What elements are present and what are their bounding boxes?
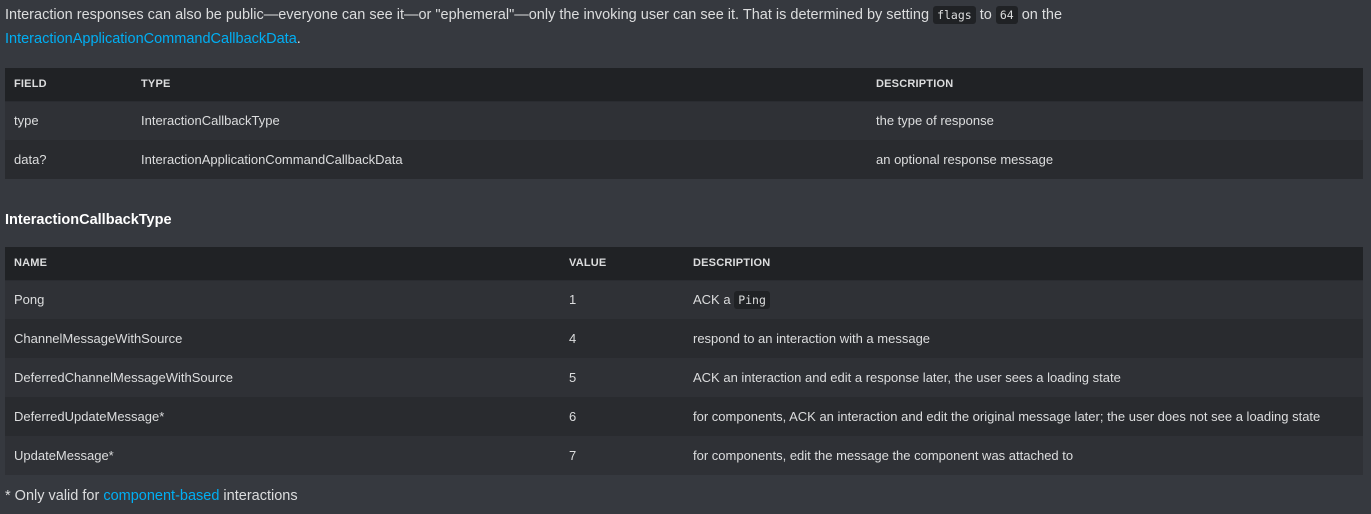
column-header-field: FIELD <box>5 68 132 102</box>
table-row: ChannelMessageWithSource 4 respond to an… <box>5 319 1363 358</box>
interaction-response-table: FIELD TYPE DESCRIPTION type InteractionC… <box>5 68 1363 179</box>
cell-description: the type of response <box>876 113 994 129</box>
cell-name: Pong <box>14 292 45 308</box>
component-based-link[interactable]: component-based <box>103 488 219 504</box>
cell-description: respond to an interaction with a message <box>693 331 931 346</box>
cell-description: ACK a Ping <box>684 280 1363 319</box>
cell-type: InteractionApplicationCommandCallbackDat… <box>141 152 403 167</box>
intro-text-4: . <box>296 31 301 47</box>
cell-field: data? <box>14 152 47 167</box>
intro-paragraph: Interaction responses can also be public… <box>5 3 1345 51</box>
ping-code: Ping <box>734 291 770 310</box>
cell-value: 4 <box>569 331 577 346</box>
column-header-value: VALUE <box>560 247 684 281</box>
intro-text-2: to <box>975 7 996 23</box>
footnote: * Only valid for component-based interac… <box>5 488 298 504</box>
callback-data-link[interactable]: InteractionApplicationCommandCallbackDat… <box>5 31 297 47</box>
cell-type: InteractionCallbackType <box>141 113 280 129</box>
footnote-prefix: * Only valid for <box>5 488 104 504</box>
table-row: DeferredUpdateMessage* 6 for components,… <box>5 397 1363 436</box>
cell-description: ACK an interaction and edit a response l… <box>693 370 1121 385</box>
docs-page: Interaction responses can also be public… <box>0 0 1371 514</box>
cell-name: DeferredChannelMessageWithSource <box>14 370 233 385</box>
cell-value: 6 <box>569 409 577 424</box>
cell-name: ChannelMessageWithSource <box>14 331 183 346</box>
ack-prefix: ACK a <box>693 292 735 308</box>
cell-name: UpdateMessage* <box>14 448 114 463</box>
table-row: DeferredChannelMessageWithSource 5 ACK a… <box>5 358 1363 397</box>
callback-type-table: NAME VALUE DESCRIPTION Pong 1 ACK a Ping… <box>5 247 1363 475</box>
table-row: UpdateMessage* 7 for components, edit th… <box>5 436 1363 475</box>
cell-value: 5 <box>569 370 577 385</box>
cell-value: 7 <box>569 448 577 463</box>
flags-value-code: 64 <box>995 6 1018 24</box>
cell-field: type <box>14 113 39 129</box>
footnote-suffix: interactions <box>219 488 298 504</box>
cell-description: for components, edit the message the com… <box>693 448 1074 463</box>
column-header-description: DESCRIPTION <box>867 68 1363 102</box>
section-heading-callback-type: InteractionCallbackType <box>5 212 172 228</box>
cell-value: 1 <box>569 292 577 308</box>
table-header-row: FIELD TYPE DESCRIPTION <box>5 68 1363 102</box>
intro-text-3: on the <box>1017 7 1063 23</box>
cell-description: an optional response message <box>876 152 1054 167</box>
table-row: data? InteractionApplicationCommandCallb… <box>5 140 1363 179</box>
table-row: Pong 1 ACK a Ping <box>5 280 1363 319</box>
table-row: type InteractionCallbackType the type of… <box>5 101 1363 140</box>
cell-name: DeferredUpdateMessage* <box>14 409 165 424</box>
flags-code: flags <box>933 6 976 24</box>
intro-text-1: Interaction responses can also be public… <box>5 7 934 23</box>
cell-description: for components, ACK an interaction and e… <box>693 409 1321 424</box>
table-header-row: NAME VALUE DESCRIPTION <box>5 247 1363 281</box>
column-header-description: DESCRIPTION <box>684 247 1363 281</box>
column-header-name: NAME <box>5 247 560 281</box>
column-header-type: TYPE <box>132 68 867 102</box>
